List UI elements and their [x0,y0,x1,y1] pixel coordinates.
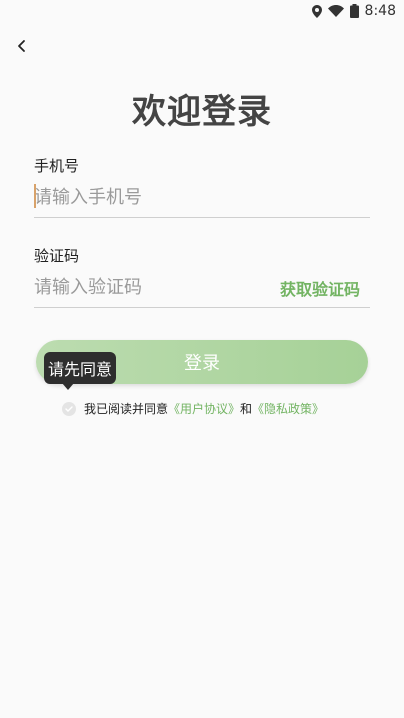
page-title: 欢迎登录 [132,92,272,132]
battery-icon [349,4,359,18]
status-bar: 8:48 [0,0,404,24]
check-icon [65,405,73,412]
get-code-button[interactable]: 获取验证码 [280,276,360,300]
status-icons: 8:48 [311,3,396,19]
agreement-prefix: 我已阅读并同意 [84,402,169,416]
user-agreement-link[interactable]: 《用户协议》 [168,400,240,417]
privacy-policy-link[interactable]: 《隐私政策》 [252,400,324,417]
agreement-row: 我已阅读并同意 《用户协议》 和 《隐私政策》 [62,400,324,417]
location-icon [311,4,322,18]
phone-label: 手机号 [34,157,80,175]
code-label: 验证码 [34,247,80,265]
status-time: 8:48 [364,3,396,19]
agreement-connector: 和 [240,402,253,416]
agree-tooltip: 请先同意 [44,352,117,384]
chevron-left-icon [18,40,25,52]
phone-input[interactable] [34,178,370,218]
agree-checkbox[interactable] [62,401,76,416]
back-button[interactable] [10,34,34,58]
text-cursor [34,184,36,208]
wifi-icon [327,5,344,17]
tooltip-arrow [62,383,74,390]
